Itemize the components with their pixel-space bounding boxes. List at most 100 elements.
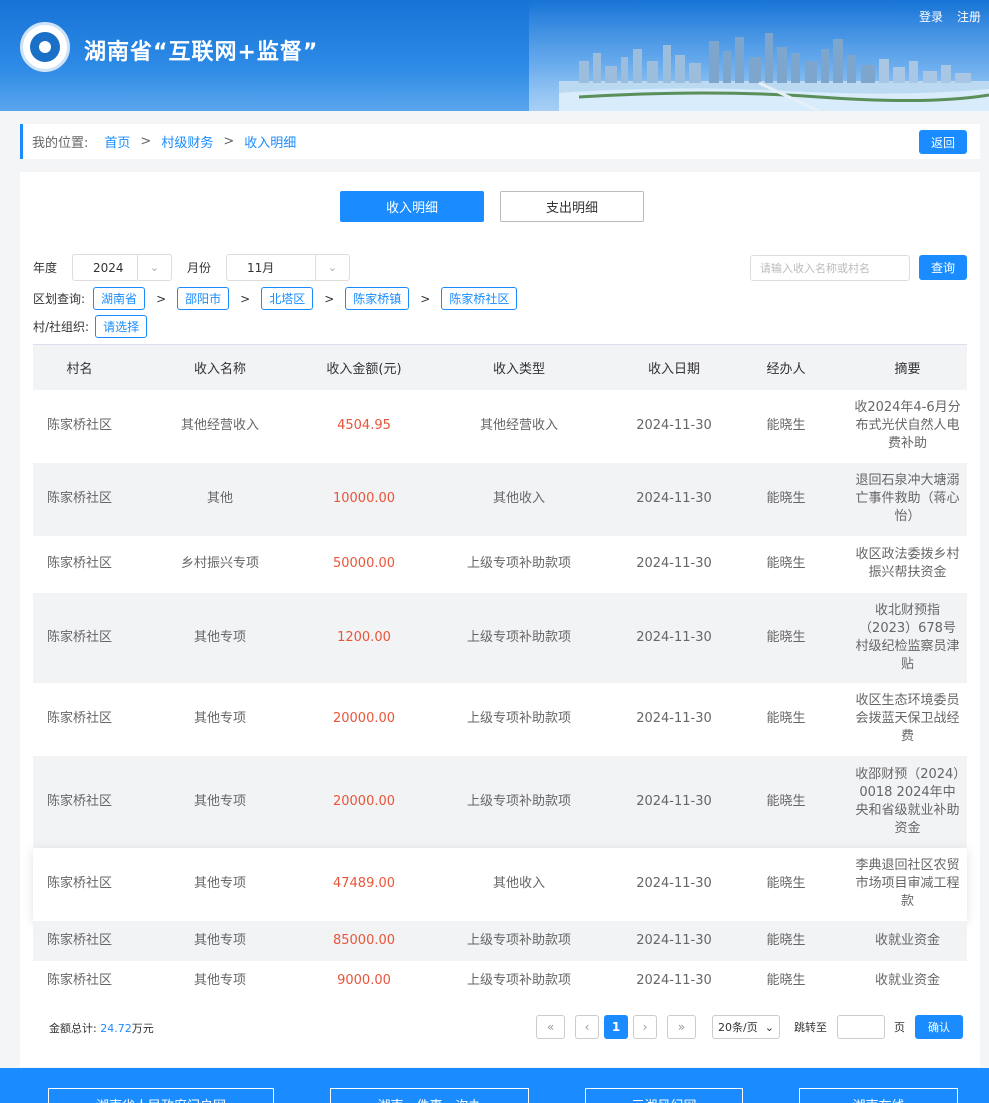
amount-cell: 20000.00 — [332, 793, 396, 809]
amount-total: 金额总计: 24.72万元 — [49, 1020, 154, 1036]
search-input[interactable] — [750, 255, 910, 281]
handler-cell: 能晓生 — [766, 711, 806, 726]
amount-cell: 4504.95 — [337, 418, 391, 433]
income-table: 村名 收入名称 收入金额(元) 收入类型 收入日期 经办人 摘要 陈家桥社区 其他… — [33, 344, 967, 1001]
column-header: 村名 — [66, 361, 93, 377]
amount-cell: 10000.00 — [332, 491, 396, 506]
region-separator: > — [324, 291, 335, 306]
region-separator: > — [420, 291, 431, 306]
amount-cell: 47489.00 — [332, 876, 396, 891]
village-name-cell: 陈家桥社区 — [46, 711, 112, 726]
income-name-cell: 其他经营收入 — [180, 418, 259, 433]
region-filter-row: 区划查询: 湖南省 > 邵阳市 > 北塔区 > 陈家桥镇 > 陈家桥社区 — [33, 287, 518, 310]
handler-cell: 能晓生 — [766, 418, 806, 433]
prev-page-icon[interactable]: ‹ — [575, 1015, 599, 1039]
date-filter-row: 年度 2024 ⌄ 月份 11月 ⌄ — [33, 254, 351, 281]
village-name-cell: 陈家桥社区 — [46, 932, 112, 948]
amount-cell: 20000.00 — [332, 711, 396, 726]
jump-page-input[interactable] — [837, 1015, 885, 1039]
village-name-cell: 陈家桥社区 — [46, 629, 112, 645]
breadcrumb-label: 我的位置: — [32, 136, 89, 151]
month-select[interactable]: 11月 ⌄ — [226, 254, 351, 281]
table-row: 陈家桥社区 其他 10000.00 其他收入 2024-11-30 能晓生 退回石泉冲大塘溺… — [33, 462, 967, 536]
village-name-cell: 陈家桥社区 — [46, 418, 112, 433]
tab-expense-detail[interactable]: 支出明细 — [500, 191, 644, 222]
org-label: 村/社组织: — [33, 320, 90, 334]
village-name-cell: 陈家桥社区 — [46, 972, 112, 988]
back-button[interactable]: 返回 — [919, 130, 967, 154]
last-page-icon[interactable]: » — [667, 1015, 696, 1039]
region-label: 区划查询: — [33, 292, 86, 306]
date-cell: 2024-11-30 — [636, 793, 712, 809]
region-city[interactable]: 邵阳市 — [177, 287, 230, 310]
table-row: 陈家桥社区 其他经营收入 4504.95 其他经营收入 2024-11-30 能晓生 收20… — [33, 389, 967, 463]
org-select-button[interactable]: 请选择 — [95, 315, 148, 338]
register-link[interactable]: 注册 — [957, 8, 981, 25]
date-cell: 2024-11-30 — [636, 876, 712, 891]
summary-cell: 收2024年4-6月分布式光伏自然人电费补助 — [854, 400, 961, 451]
breadcrumb-village-finance-link[interactable]: 村级财务 — [161, 132, 213, 151]
region-community[interactable]: 陈家桥社区 — [441, 287, 518, 310]
summary-cell: 李典退回社区农贸市场项目审减工程款 — [855, 858, 960, 909]
table-row: 陈家桥社区 其他专项 20000.00 上级专项补助款项 2024-11-30 能晓生 收区… — [33, 682, 967, 756]
page-size-select[interactable]: 20条/页 ⌄ — [712, 1015, 780, 1039]
handler-cell: 能晓生 — [766, 932, 806, 948]
tab-income-detail[interactable]: 收入明细 — [340, 191, 484, 222]
table-row: 陈家桥社区 其他专项 1200.00 上级专项补助款项 2024-11-30 能晓生 收北财… — [33, 592, 967, 683]
breadcrumb: 我的位置: 首页 > 村级财务 > 收入明细 返回 — [20, 124, 980, 159]
region-province[interactable]: 湖南省 — [93, 287, 146, 310]
summary-cell: 收邵财预（2024）0018 2024年中央和省级就业补助资金 — [855, 766, 960, 836]
income-name-cell: 其他专项 — [193, 629, 246, 645]
table-row: 陈家桥社区 其他专项 85000.00 上级专项补助款项 2024-11-30 能晓生 收就… — [33, 920, 967, 961]
query-button[interactable]: 查询 — [919, 255, 967, 280]
handler-cell: 能晓生 — [766, 972, 806, 988]
summary-cell: 收北财预指（2023）678号村级纪检监察员津贴 — [855, 602, 960, 672]
income-type-cell: 上级专项补助款项 — [466, 972, 571, 988]
summary-cell: 收区生态环境委员会拨蓝天保卫战经费 — [855, 693, 960, 744]
income-type-cell: 其他收入 — [492, 876, 545, 891]
date-cell: 2024-11-30 — [636, 556, 712, 571]
region-district[interactable]: 北塔区 — [261, 287, 314, 310]
login-link[interactable]: 登录 — [919, 8, 943, 25]
first-page-icon[interactable]: « — [536, 1015, 565, 1039]
column-header: 收入类型 — [492, 361, 545, 377]
income-type-cell: 其他经营收入 — [479, 418, 558, 433]
next-page-icon[interactable]: › — [633, 1015, 657, 1039]
month-label: 月份 — [187, 261, 212, 275]
date-cell: 2024-11-30 — [636, 932, 712, 948]
summary-cell: 收区政法委拨乡村振兴帮扶资金 — [855, 547, 960, 580]
table-row: 陈家桥社区 其他专项 9000.00 上级专项补助款项 2024-11-30 能晓生 收就业… — [33, 960, 967, 1001]
page-number-current[interactable]: 1 — [604, 1015, 628, 1039]
breadcrumb-income-detail-link[interactable]: 收入明细 — [244, 132, 296, 151]
footer-link-one-stop[interactable]: 湖南一件事一次办 — [330, 1088, 529, 1103]
region-town[interactable]: 陈家桥镇 — [345, 287, 410, 310]
amount-cell: 50000.00 — [332, 556, 396, 571]
year-select[interactable]: 2024 ⌄ — [72, 254, 173, 281]
income-type-cell: 上级专项补助款项 — [466, 629, 571, 645]
page-footer: 湖南省人民政府门户网 湖南一件事一次办 三湘风纪网 湖南在线 — [0, 1068, 989, 1103]
village-name-cell: 陈家桥社区 — [46, 556, 112, 571]
footer-link-gov-portal[interactable]: 湖南省人民政府门户网 — [48, 1088, 274, 1103]
income-name-cell: 其他专项 — [193, 876, 246, 891]
income-name-cell: 其他专项 — [193, 793, 246, 809]
jump-confirm-button[interactable]: 确认 — [915, 1015, 963, 1039]
site-logo[interactable] — [20, 22, 70, 72]
handler-cell: 能晓生 — [766, 876, 806, 891]
income-name-cell: 其他专项 — [193, 711, 246, 726]
breadcrumb-separator: > — [223, 134, 235, 149]
total-label: 金额总计: — [49, 1022, 97, 1035]
footer-link-hunan-online[interactable]: 湖南在线 — [799, 1088, 958, 1103]
detail-tabs: 收入明细 支出明细 — [340, 191, 644, 222]
city-skyline-image — [559, 33, 989, 111]
chevron-down-icon: ⌄ — [137, 255, 171, 280]
handler-cell: 能晓生 — [766, 491, 806, 506]
breadcrumb-home-link[interactable]: 首页 — [104, 132, 130, 151]
column-header: 摘要 — [894, 361, 921, 377]
income-type-cell: 上级专项补助款项 — [466, 711, 571, 726]
date-cell: 2024-11-30 — [636, 418, 712, 433]
village-name-cell: 陈家桥社区 — [46, 793, 112, 809]
date-cell: 2024-11-30 — [636, 491, 712, 506]
footer-link-fengji[interactable]: 三湘风纪网 — [585, 1088, 743, 1103]
eye-emblem-icon — [30, 32, 60, 62]
site-title: 湖南省“互联网+监督” — [84, 40, 319, 65]
